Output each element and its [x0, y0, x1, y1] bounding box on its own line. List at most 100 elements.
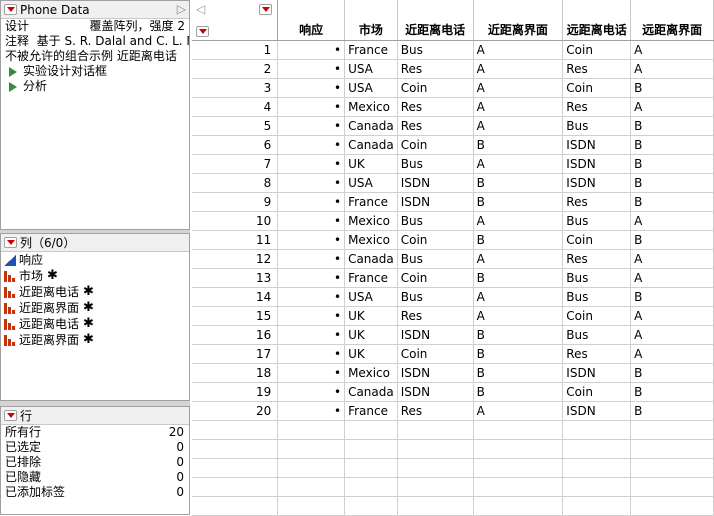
- table-cell[interactable]: A: [630, 306, 714, 326]
- table-cell[interactable]: ISDN: [397, 325, 474, 345]
- table-cell[interactable]: A: [630, 268, 714, 288]
- table-cell[interactable]: Res: [397, 97, 474, 117]
- table-cell[interactable]: B: [630, 173, 714, 193]
- table-cell[interactable]: A: [630, 344, 714, 364]
- table-cell[interactable]: Coin: [397, 135, 474, 155]
- table-cell[interactable]: B: [630, 135, 714, 155]
- row-number[interactable]: 11: [192, 230, 279, 250]
- column-header[interactable]: 响应: [277, 0, 346, 41]
- table-cell[interactable]: B: [473, 192, 564, 212]
- table-cell[interactable]: Res: [562, 192, 632, 212]
- table-cell[interactable]: •: [277, 306, 346, 326]
- table-cell[interactable]: Coin: [397, 230, 474, 250]
- table-cell[interactable]: Res: [397, 116, 474, 136]
- table-cell[interactable]: B: [630, 154, 714, 174]
- table-cell[interactable]: Bus: [562, 268, 632, 288]
- table-cell[interactable]: Res: [562, 249, 632, 269]
- table-cell[interactable]: UK: [344, 154, 398, 174]
- table-property-notes[interactable]: 注释 基于 S. R. Dalal and C. L. M: [1, 34, 189, 49]
- table-cell[interactable]: B: [630, 363, 714, 383]
- row-number[interactable]: 9: [192, 192, 279, 212]
- row-stat-selected[interactable]: 已选定 0: [1, 440, 189, 455]
- table-cell[interactable]: A: [473, 211, 564, 231]
- table-menu-icon[interactable]: [4, 4, 17, 15]
- run-script-icon[interactable]: [9, 81, 17, 92]
- row-number[interactable]: 8: [192, 173, 279, 193]
- table-cell[interactable]: •: [277, 344, 346, 364]
- columns-menu-icon[interactable]: [4, 237, 17, 248]
- table-cell[interactable]: B: [473, 363, 564, 383]
- column-header[interactable]: 远距离电话: [562, 0, 632, 41]
- rows-menu-icon[interactable]: [4, 410, 17, 421]
- table-cell[interactable]: •: [277, 363, 346, 383]
- table-cell[interactable]: •: [277, 268, 346, 288]
- row-stat-hidden[interactable]: 已隐藏 0: [1, 470, 189, 485]
- row-number[interactable]: 17: [192, 344, 279, 364]
- table-cell[interactable]: B: [473, 325, 564, 345]
- row-number[interactable]: 19: [192, 382, 279, 402]
- table-cell[interactable]: Bus: [562, 211, 632, 231]
- table-cell[interactable]: A: [473, 249, 564, 269]
- column-item-near-phone[interactable]: 近距离电话 ✱: [1, 284, 189, 300]
- row-number[interactable]: 6: [192, 135, 279, 155]
- table-cell[interactable]: B: [473, 268, 564, 288]
- table-cell[interactable]: Coin: [562, 40, 632, 60]
- table-cell[interactable]: B: [473, 230, 564, 250]
- table-cell[interactable]: Bus: [397, 211, 474, 231]
- table-cell[interactable]: Res: [562, 59, 632, 79]
- table-cell[interactable]: Res: [397, 306, 474, 326]
- table-cell[interactable]: USA: [344, 78, 398, 98]
- table-cell[interactable]: Bus: [397, 40, 474, 60]
- table-cell[interactable]: Bus: [397, 287, 474, 307]
- table-cell[interactable]: A: [630, 211, 714, 231]
- table-cell[interactable]: Res: [397, 401, 474, 421]
- lock-asterisk-icon[interactable]: ✱: [83, 300, 94, 316]
- table-cell[interactable]: Coin: [397, 78, 474, 98]
- table-cell[interactable]: A: [473, 78, 564, 98]
- row-number[interactable]: 4: [192, 97, 279, 117]
- row-number[interactable]: 5: [192, 116, 279, 136]
- scroll-left-icon[interactable]: ◁: [196, 2, 205, 16]
- table-cell[interactable]: •: [277, 40, 346, 60]
- table-cell[interactable]: Bus: [397, 249, 474, 269]
- column-item-far-phone[interactable]: 远距离电话 ✱: [1, 316, 189, 332]
- table-cell[interactable]: France: [344, 268, 398, 288]
- collapse-arrow-icon[interactable]: ▷: [177, 2, 186, 16]
- table-cell[interactable]: UK: [344, 344, 398, 364]
- table-cell[interactable]: France: [344, 40, 398, 60]
- table-cell[interactable]: Res: [397, 59, 474, 79]
- table-cell[interactable]: A: [473, 116, 564, 136]
- column-header[interactable]: 近距离电话: [397, 0, 474, 41]
- table-cell[interactable]: Canada: [344, 382, 398, 402]
- table-cell[interactable]: •: [277, 287, 346, 307]
- table-cell[interactable]: •: [277, 97, 346, 117]
- lock-asterisk-icon[interactable]: ✱: [83, 284, 94, 300]
- script-analysis[interactable]: 分析: [1, 79, 189, 94]
- table-cell[interactable]: B: [630, 287, 714, 307]
- table-cell[interactable]: ISDN: [397, 192, 474, 212]
- rows-menu-icon[interactable]: [196, 25, 209, 37]
- table-cell[interactable]: •: [277, 211, 346, 231]
- table-cell[interactable]: B: [473, 382, 564, 402]
- table-cell[interactable]: A: [473, 40, 564, 60]
- table-cell[interactable]: A: [630, 249, 714, 269]
- columns-menu-icon[interactable]: [259, 4, 273, 15]
- table-cell[interactable]: A: [630, 59, 714, 79]
- row-number[interactable]: 20: [192, 401, 279, 421]
- row-number[interactable]: 15: [192, 306, 279, 326]
- table-cell[interactable]: Mexico: [344, 363, 398, 383]
- table-cell[interactable]: ISDN: [397, 173, 474, 193]
- row-number[interactable]: 12: [192, 249, 279, 269]
- row-number[interactable]: 3: [192, 78, 279, 98]
- table-cell[interactable]: Coin: [397, 344, 474, 364]
- table-cell[interactable]: B: [630, 401, 714, 421]
- table-cell[interactable]: A: [473, 59, 564, 79]
- table-cell[interactable]: •: [277, 192, 346, 212]
- table-cell[interactable]: Canada: [344, 249, 398, 269]
- table-cell[interactable]: ISDN: [562, 173, 632, 193]
- table-cell[interactable]: Bus: [562, 287, 632, 307]
- table-cell[interactable]: B: [630, 116, 714, 136]
- lock-asterisk-icon[interactable]: ✱: [83, 332, 94, 348]
- table-cell[interactable]: Mexico: [344, 230, 398, 250]
- table-cell[interactable]: UK: [344, 306, 398, 326]
